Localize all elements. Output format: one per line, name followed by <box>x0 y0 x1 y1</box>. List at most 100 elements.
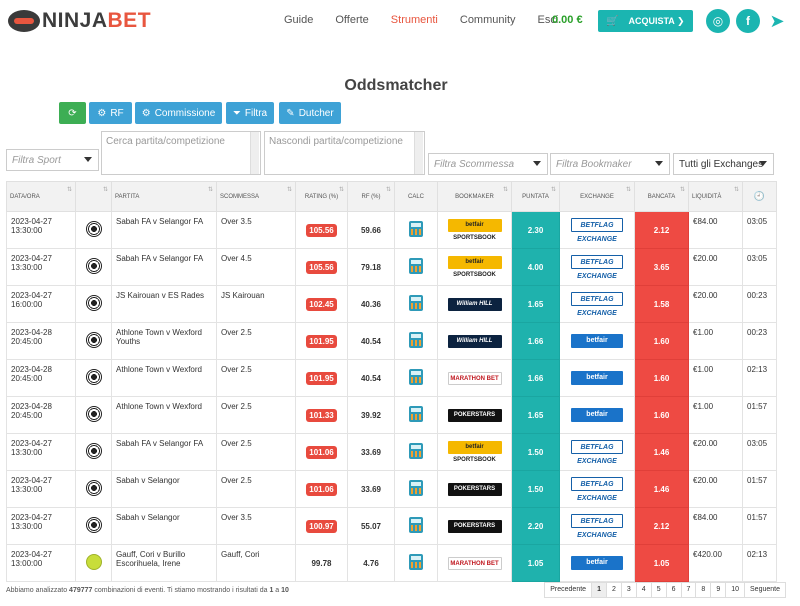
calculator-icon[interactable] <box>409 554 423 570</box>
header-rating[interactable]: RATING (%) ⇅ <box>295 181 348 212</box>
hide-match-input[interactable]: Nascondi partita/competizione <box>264 131 425 175</box>
calculator-icon[interactable] <box>409 517 423 533</box>
lay-odds-cell: 3.65 <box>634 248 689 286</box>
pager-page-button[interactable]: 9 <box>710 582 727 598</box>
pager-page-button[interactable]: 3 <box>620 582 637 598</box>
match-cell[interactable]: Gauff, Cori v Burillo Escorihuela, Irene <box>111 544 217 582</box>
bet-filter-select[interactable]: Filtra Scommessa <box>428 153 548 175</box>
pager-page-button[interactable]: 10 <box>725 582 746 598</box>
sport-filter-select[interactable]: Filtra Sport <box>6 149 99 171</box>
pager-page-button[interactable]: 2 <box>605 582 622 598</box>
match-cell[interactable]: Sabah FA v Selangor FA <box>111 211 217 249</box>
match-cell[interactable]: Athlone Town v Wexford Youths <box>111 322 217 360</box>
header-date[interactable]: DATA/ORA ⇅ <box>6 181 76 212</box>
match-cell[interactable]: Sabah FA v Selangor FA <box>111 248 217 286</box>
nav-link-guide[interactable]: Guide <box>284 14 313 26</box>
sort-icon[interactable]: ⇅ <box>103 186 108 193</box>
pager-page-button[interactable]: 8 <box>695 582 712 598</box>
pager-previous-button[interactable]: Precedente <box>544 582 593 598</box>
sort-icon[interactable]: ⇅ <box>339 186 344 193</box>
facebook-icon[interactable]: f <box>736 9 760 33</box>
calculator-icon[interactable] <box>409 443 423 459</box>
pager-next-button[interactable]: Seguente <box>744 582 786 598</box>
table-row[interactable]: 2023-04-27 13:30:00 Sabah FA v Selangor FA… <box>6 248 777 286</box>
calc-cell[interactable] <box>394 285 438 323</box>
textarea-scrollbar[interactable] <box>250 132 259 174</box>
rf-button[interactable]: ⚙ RF <box>89 102 132 124</box>
header-liquidity[interactable]: LIQUIDITÀ ⇅ <box>688 181 743 212</box>
header-exchange[interactable]: EXCHANGE ⇅ <box>559 181 635 212</box>
ninjabet-logo[interactable]: NINJABET <box>8 8 151 34</box>
table-row[interactable]: 2023-04-27 13:30:00 Sabah FA v Selangor FA… <box>6 211 777 249</box>
table-row[interactable]: 2023-04-27 13:30:00 Sabah v Selangor Over 3… <box>6 507 777 545</box>
header-lay[interactable]: BANCATA ⇅ <box>634 181 689 212</box>
calc-cell[interactable] <box>394 248 438 286</box>
sort-icon[interactable]: ⇅ <box>680 186 685 193</box>
calc-cell[interactable] <box>394 470 438 508</box>
sort-icon[interactable]: ⇅ <box>386 186 391 193</box>
calc-cell[interactable] <box>394 507 438 545</box>
table-row[interactable]: 2023-04-28 20:45:00 Athlone Town v Wexford… <box>6 396 777 434</box>
sort-icon[interactable]: ⇅ <box>551 186 556 193</box>
instagram-icon[interactable]: ◎ <box>706 9 730 33</box>
nav-link-community[interactable]: Community <box>460 14 516 26</box>
pager-page-button[interactable]: 1 <box>591 582 607 598</box>
match-cell[interactable]: Sabah FA v Selangor FA <box>111 433 217 471</box>
nav-link-strumenti[interactable]: Strumenti <box>391 14 438 26</box>
nav-link-offerte[interactable]: Offerte <box>335 14 368 26</box>
buy-button[interactable]: 🛒 ACQUISTA ❯ <box>598 10 693 32</box>
calculator-icon[interactable] <box>409 258 423 274</box>
calc-cell[interactable] <box>394 544 438 582</box>
calc-cell[interactable] <box>394 359 438 397</box>
header-calc[interactable]: CALC <box>394 181 438 212</box>
sort-icon[interactable]: ⇅ <box>626 186 631 193</box>
commission-button[interactable]: ⚙ Commissione <box>135 102 222 124</box>
sort-icon[interactable]: ⇅ <box>67 186 72 193</box>
calculator-icon[interactable] <box>409 369 423 385</box>
sort-icon[interactable]: ⇅ <box>734 186 739 193</box>
pager-page-button[interactable]: 7 <box>680 582 697 598</box>
match-cell[interactable]: Sabah v Selangor <box>111 470 217 508</box>
table-row[interactable]: 2023-04-27 16:00:00 JS Kairouan v ES Rades… <box>6 285 777 323</box>
sort-icon[interactable]: ⇅ <box>503 186 508 193</box>
calculator-icon[interactable] <box>409 406 423 422</box>
calc-cell[interactable] <box>394 211 438 249</box>
dutcher-button[interactable]: ✎ Dutcher <box>279 102 341 124</box>
table-row[interactable]: 2023-04-27 13:30:00 Sabah v Selangor Over 2… <box>6 470 777 508</box>
table-row[interactable]: 2023-04-28 20:45:00 Athlone Town v Wexford… <box>6 359 777 397</box>
table-row[interactable]: 2023-04-27 13:00:00 Gauff, Cori v Burillo … <box>6 544 777 582</box>
pager-page-button[interactable]: 6 <box>665 582 682 598</box>
search-match-input[interactable]: Cerca partita/competizione <box>101 131 261 175</box>
sort-icon[interactable]: ⇅ <box>208 186 213 193</box>
header-sport[interactable]: ⇅ <box>75 181 112 212</box>
header-match[interactable]: PARTITA ⇅ <box>111 181 217 212</box>
refresh-button[interactable]: ⟳ <box>59 102 86 124</box>
sort-icon[interactable]: ⇅ <box>287 186 292 193</box>
pager-page-button[interactable]: 4 <box>635 582 652 598</box>
telegram-icon[interactable]: ➤ <box>765 9 789 33</box>
match-cell[interactable]: Sabah v Selangor <box>111 507 217 545</box>
match-cell[interactable]: Athlone Town v Wexford <box>111 359 217 397</box>
lay-odds: 1.60 <box>653 373 670 383</box>
calc-cell[interactable] <box>394 396 438 434</box>
calculator-icon[interactable] <box>409 295 423 311</box>
header-bet[interactable]: SCOMMESSA ⇅ <box>216 181 296 212</box>
match-cell[interactable]: Athlone Town v Wexford <box>111 396 217 434</box>
table-row[interactable]: 2023-04-28 20:45:00 Athlone Town v Wexford… <box>6 322 777 360</box>
header-bookmaker[interactable]: BOOKMAKER ⇅ <box>437 181 512 212</box>
table-row[interactable]: 2023-04-27 13:30:00 Sabah FA v Selangor FA… <box>6 433 777 471</box>
header-clock[interactable]: 🕘 <box>742 181 777 212</box>
header-rf[interactable]: RF (%) ⇅ <box>347 181 395 212</box>
bookmaker-filter-select[interactable]: Filtra Bookmaker <box>550 153 670 175</box>
header-back[interactable]: PUNTATA ⇅ <box>511 181 560 212</box>
calculator-icon[interactable] <box>409 480 423 496</box>
calc-cell[interactable] <box>394 433 438 471</box>
textarea-scrollbar[interactable] <box>414 132 423 174</box>
calculator-icon[interactable] <box>409 332 423 348</box>
calculator-icon[interactable] <box>409 221 423 237</box>
match-cell[interactable]: JS Kairouan v ES Rades <box>111 285 217 323</box>
filter-button[interactable]: ⏷ Filtra <box>226 102 274 124</box>
pager-page-button[interactable]: 5 <box>650 582 667 598</box>
exchange-filter-select[interactable]: Tutti gli Exchanges <box>673 153 774 175</box>
calc-cell[interactable] <box>394 322 438 360</box>
